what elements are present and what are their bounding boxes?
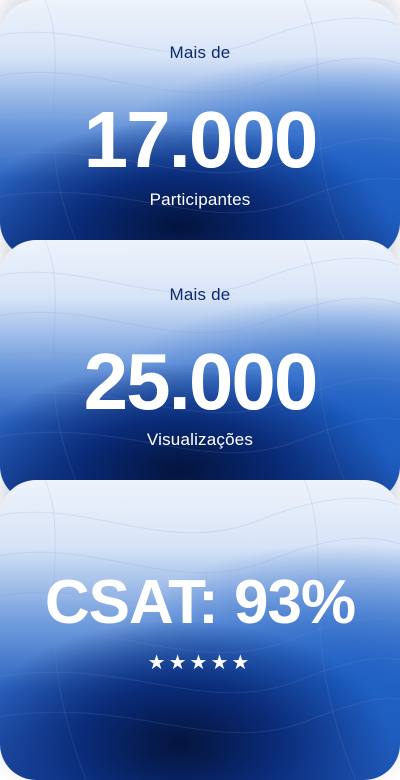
stat-card-content: CSAT: 93% ★★★★★ <box>0 480 400 780</box>
stats-stack: Mais de 17.000 Participantes Mais de 25.… <box>0 0 400 780</box>
stat-value: 17.000 <box>83 95 319 184</box>
stat-card-content: Mais de 25.000 Visualizações <box>0 240 400 502</box>
star-rating: ★★★★★ <box>147 652 253 674</box>
stat-prefix: Mais de <box>169 43 231 62</box>
stat-card-csat: CSAT: 93% ★★★★★ <box>0 480 400 780</box>
stat-card-participants: Mais de 17.000 Participantes <box>0 0 400 258</box>
stat-value: 25.000 <box>83 337 319 426</box>
stat-prefix: Mais de <box>169 285 231 304</box>
stat-label: Visualizações <box>146 430 254 449</box>
stat-label: Participantes <box>149 190 251 209</box>
stat-card-content: Mais de 17.000 Participantes <box>0 0 400 258</box>
stat-card-views: Mais de 25.000 Visualizações <box>0 240 400 502</box>
csat-value: CSAT: 93% <box>44 568 356 637</box>
